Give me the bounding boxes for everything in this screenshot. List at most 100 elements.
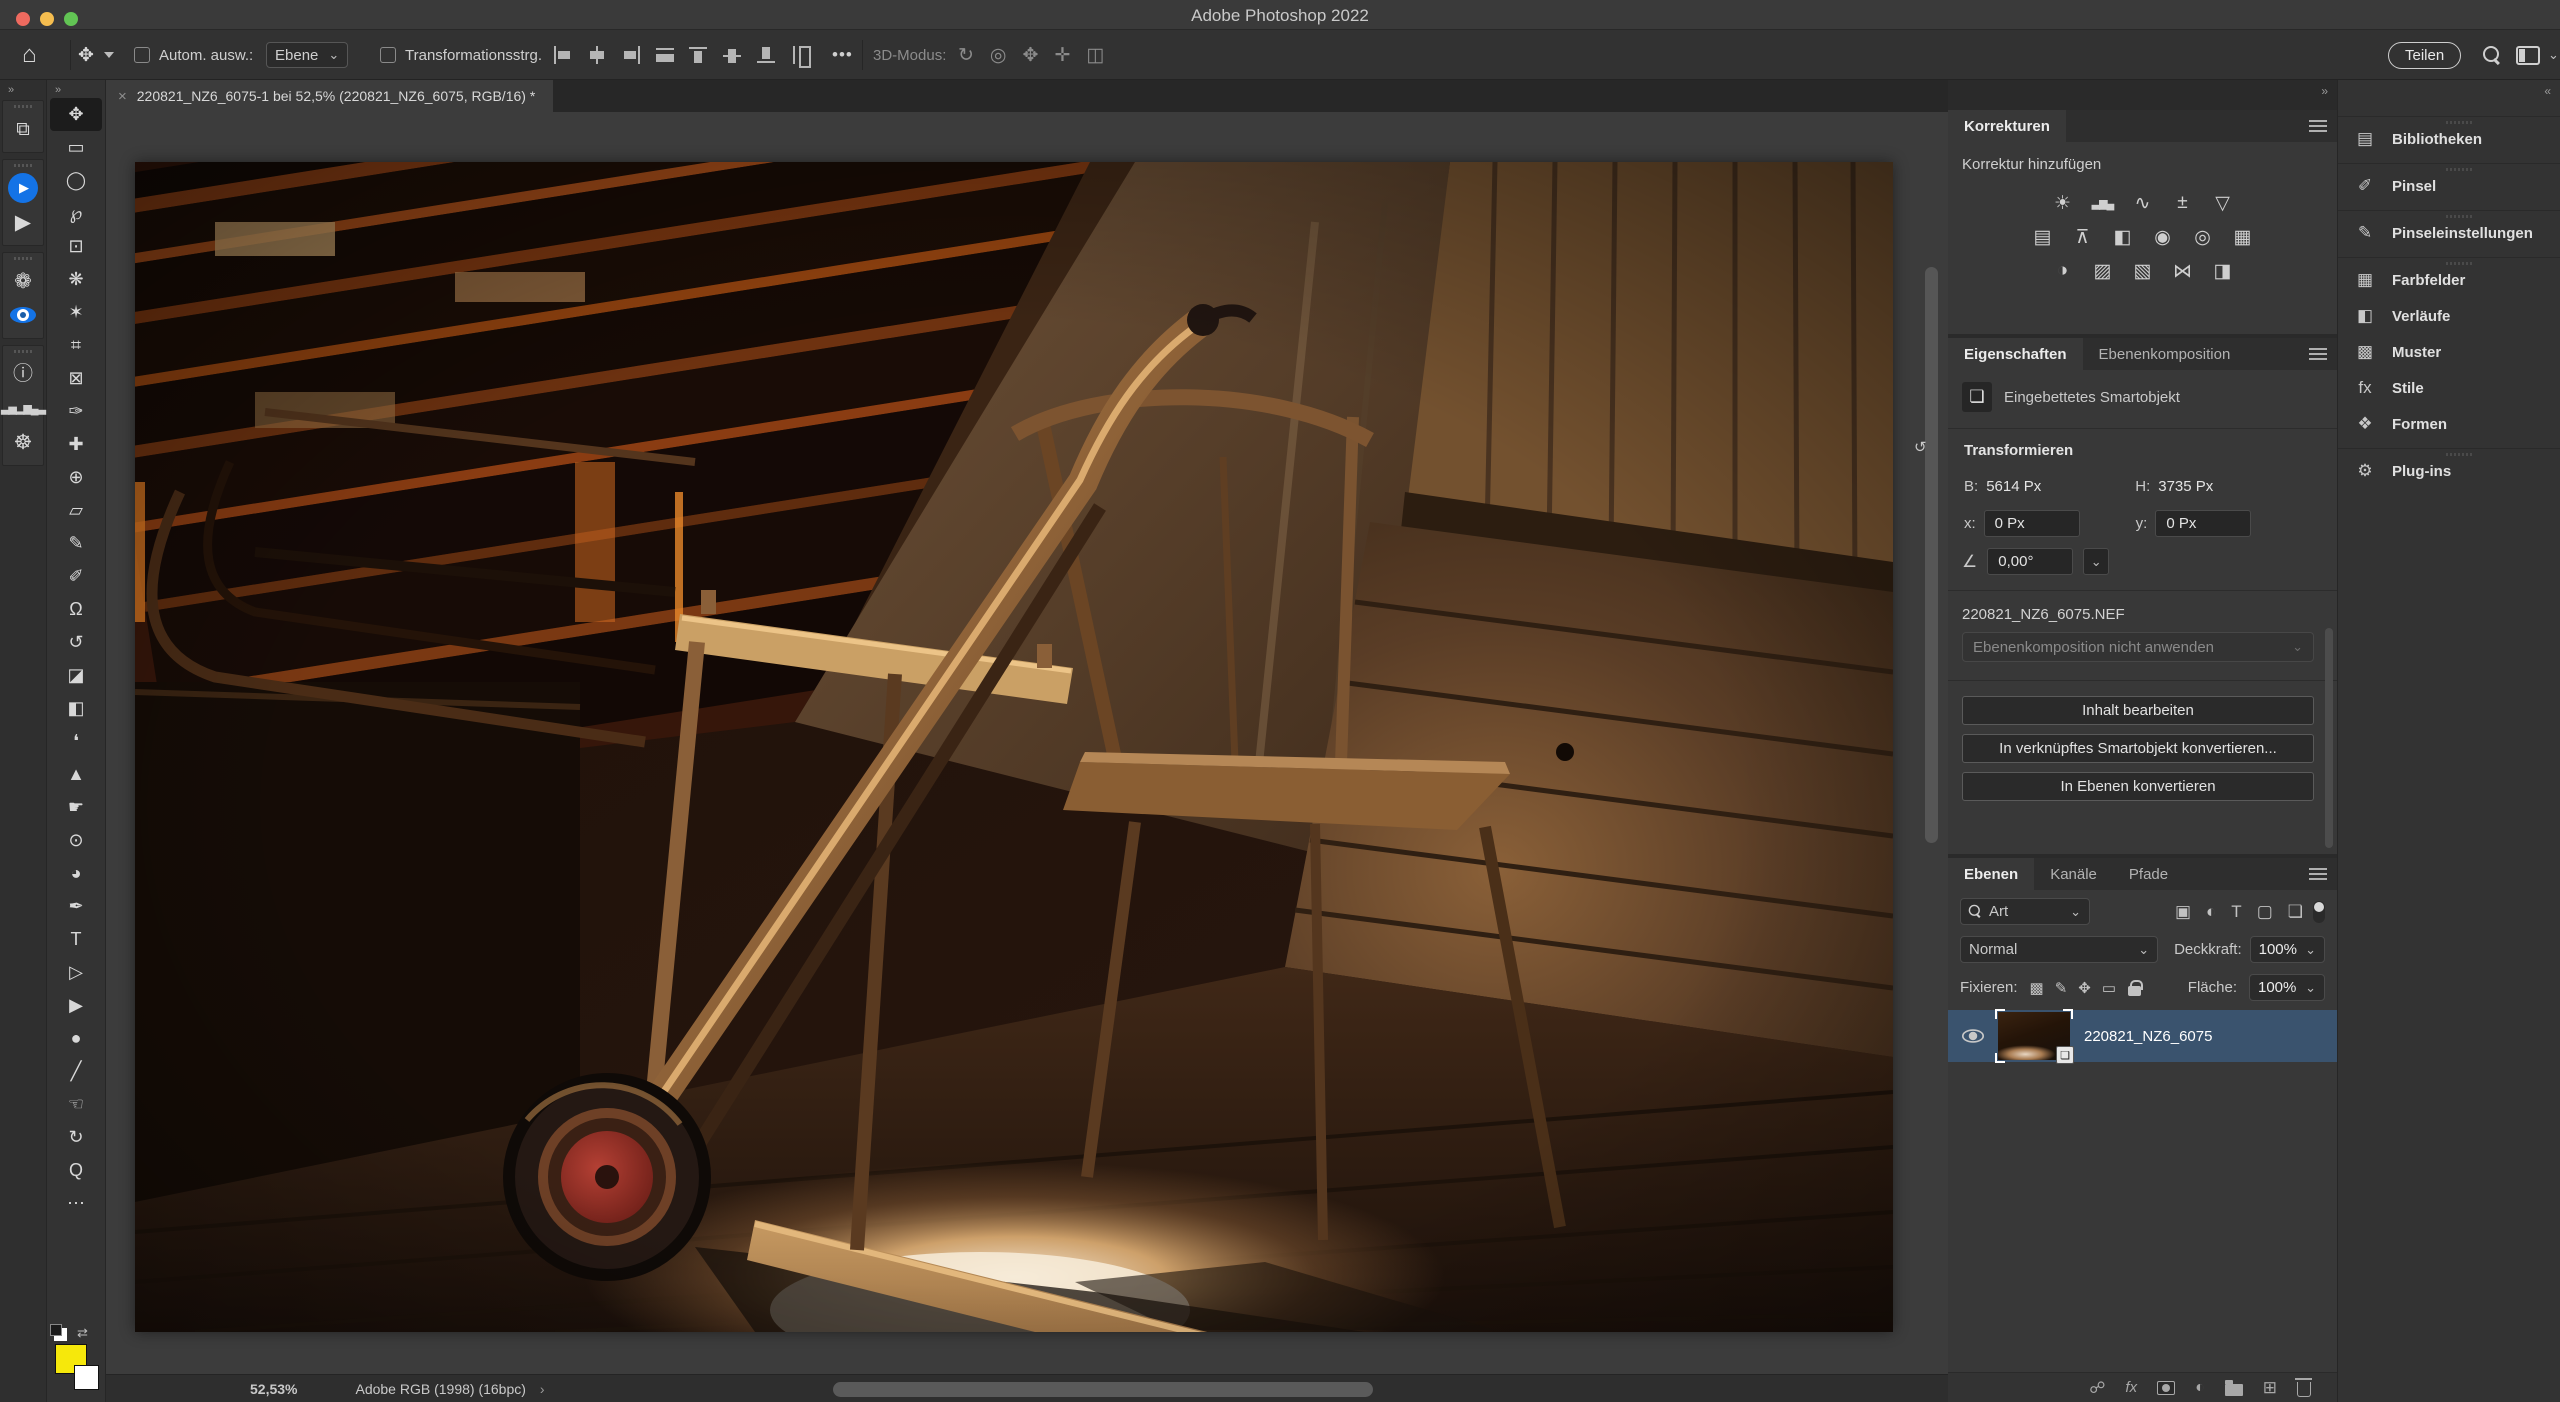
layer-thumbnail[interactable]: ❏ [1998, 1012, 2070, 1060]
layer-effects-icon[interactable]: fx [2125, 1379, 2137, 1396]
color-panel-icon[interactable]: ❁ [3, 264, 43, 298]
spot-healing-tool[interactable]: ✚ [47, 428, 105, 461]
canvas-horizontal-scrollbar[interactable] [833, 1382, 1373, 1397]
vibrance-icon[interactable]: ▽ [2208, 191, 2238, 215]
zoom-level[interactable]: 52,53% [250, 1381, 297, 1397]
rotate-view-tool[interactable]: ↻ [47, 1121, 105, 1154]
align-center-icon[interactable] [586, 45, 608, 65]
home-button[interactable]: ⌂ [22, 30, 37, 80]
angle-input[interactable]: 0,00° [1987, 548, 2073, 575]
lock-pixels-icon[interactable]: ✎ [2055, 979, 2068, 997]
crop-tool[interactable]: ⌗ [47, 329, 105, 362]
type-tool[interactable]: T [47, 923, 105, 956]
navigator-panel-icon[interactable]: ☸ [3, 425, 43, 459]
more-tools[interactable]: ⋯ [47, 1187, 105, 1220]
hand-tool[interactable]: ☜ [47, 1088, 105, 1121]
new-adjustment-icon[interactable]: ◐ [2195, 1379, 2205, 1397]
channel-mixer-icon[interactable]: ◎ [2188, 225, 2218, 249]
document-tab[interactable]: × 220821_NZ6_6075-1 bei 52,5% (220821_NZ… [106, 80, 553, 112]
close-tab-icon[interactable]: × [118, 88, 127, 105]
panel-stile[interactable]: fx Stile [2338, 370, 2560, 406]
default-colors-icon[interactable] [54, 1328, 67, 1341]
play-panel-icon[interactable]: ▶ [3, 205, 43, 239]
grip-handle[interactable] [14, 257, 32, 260]
workspace-switcher[interactable] [2516, 30, 2540, 80]
eyedropper-tool[interactable]: ✑ [47, 395, 105, 428]
color-balance-icon[interactable]: ⊼ [2068, 225, 2098, 249]
reset-transform-icon[interactable]: ↺ [1914, 438, 2303, 456]
curves-icon[interactable]: ∿ [2128, 191, 2158, 215]
blur-tool[interactable]: ❛ [47, 725, 105, 758]
preview-panel-icon[interactable] [3, 298, 43, 332]
align-top-icon[interactable] [688, 45, 710, 65]
tab-ebenen[interactable]: Ebenen [1948, 858, 2034, 890]
opacity-dropdown[interactable]: 100%⌄ [2250, 936, 2325, 963]
filter-image-icon[interactable]: ▣ [2175, 902, 2191, 922]
lock-transparency-icon[interactable]: ▩ [2030, 979, 2044, 997]
auto-select-dropdown[interactable]: Ebene ⌄ [266, 42, 348, 68]
canvas-area[interactable] [106, 112, 1948, 1402]
panel-pinsel[interactable]: ✐ Pinsel [2338, 163, 2560, 204]
new-layer-icon[interactable]: ⊞ [2263, 1378, 2277, 1398]
gradient-map-icon[interactable]: ⋈ [2168, 259, 2198, 283]
grip-handle[interactable] [14, 105, 32, 108]
3d-roll-icon[interactable]: ◎ [990, 44, 1007, 67]
swap-colors-icon[interactable]: ⇄ [77, 1325, 88, 1341]
align-right-icon[interactable] [620, 45, 642, 65]
clone-stamp-tool[interactable]: Ω [47, 593, 105, 626]
3d-slide-icon[interactable]: ✛ [1054, 44, 1070, 67]
angle-dropdown[interactable]: ⌄ [2083, 548, 2109, 575]
x-input[interactable]: 0 Px [1984, 510, 2080, 537]
tab-kanaele[interactable]: Kanäle [2034, 858, 2113, 890]
panel-formen[interactable]: ❖ Formen [2338, 406, 2560, 442]
photo-filter-icon[interactable]: ◉ [2148, 225, 2178, 249]
panel-verlaeufe[interactable]: ◧ Verläufe [2338, 298, 2560, 334]
layer-row[interactable]: ❏ 220821_NZ6_6075 [1948, 1010, 2337, 1062]
panel-menu-icon[interactable] [2309, 120, 2327, 132]
patch-tool[interactable]: ▱ [47, 494, 105, 527]
posterize-icon[interactable]: ▨ [2088, 259, 2118, 283]
histogram-panel-icon[interactable]: ▃▅▂▆▄▃ [3, 391, 43, 425]
photo-canvas[interactable] [135, 162, 1893, 1332]
fill-dropdown[interactable]: 100%⌄ [2249, 974, 2325, 1001]
sharpen-tool[interactable]: ▲ [47, 758, 105, 791]
magic-wand-tool[interactable]: ✶ [47, 296, 105, 329]
filter-type-icon[interactable]: T [2231, 902, 2241, 922]
zoom-tool[interactable]: Q [47, 1154, 105, 1187]
filter-smart-object-icon[interactable]: ❏ [2288, 902, 2303, 922]
path-selection-tool[interactable]: ▶ [47, 989, 105, 1022]
grip-handle[interactable] [14, 164, 32, 167]
burn-tool[interactable]: ◕ [47, 857, 105, 890]
smudge-tool[interactable]: ☛ [47, 791, 105, 824]
ellipse-marquee-tool[interactable]: ◯ [47, 164, 105, 197]
brightness-contrast-icon[interactable]: ☀ [2048, 191, 2078, 215]
layer-filter-dropdown[interactable]: Art ⌄ [1960, 898, 2090, 925]
color-profile[interactable]: Adobe RGB (1998) (16bpc) › [355, 1381, 544, 1397]
share-button[interactable]: Teilen [2388, 42, 2461, 69]
3d-pan-icon[interactable]: ✥ [1023, 44, 1039, 67]
convert-to-linked-button[interactable]: In verknüpftes Smartobjekt konvertieren.… [1962, 734, 2314, 763]
align-left-icon[interactable] [552, 45, 574, 65]
collapse-dock-icon[interactable]: » [2321, 84, 2327, 98]
info-panel-icon[interactable]: ⓘ [3, 357, 43, 391]
auto-select-checkbox[interactable] [134, 47, 150, 63]
grip-handle[interactable] [14, 350, 32, 353]
selective-color-icon[interactable]: ◨ [2208, 259, 2238, 283]
distribute-vertical-icon[interactable] [790, 45, 812, 65]
distribute-horizontal-icon[interactable] [654, 45, 676, 65]
align-bottom-icon[interactable] [756, 45, 778, 65]
tab-pfade[interactable]: Pfade [2113, 858, 2184, 890]
direct-selection-tool[interactable]: ▷ [47, 956, 105, 989]
panel-menu-icon[interactable] [2309, 348, 2327, 360]
layer-visibility-eye-icon[interactable] [1962, 1029, 1984, 1043]
hue-saturation-icon[interactable]: ▤ [2028, 225, 2058, 249]
convert-to-layers-button[interactable]: In Ebenen konvertieren [1962, 772, 2314, 801]
3d-camera-icon[interactable]: ◫ [1086, 44, 1104, 67]
exposure-icon[interactable]: ± [2168, 191, 2198, 215]
lock-position-icon[interactable]: ✥ [2078, 979, 2091, 997]
panel-bibliotheken[interactable]: ▤ Bibliotheken [2338, 116, 2560, 157]
tab-ebenenkomposition[interactable]: Ebenenkomposition [2083, 338, 2247, 370]
healing-brush-tool[interactable]: ⊕ [47, 461, 105, 494]
delete-layer-icon[interactable] [2297, 1382, 2311, 1397]
version-history-panel-icon[interactable]: ⧉ [3, 112, 43, 146]
